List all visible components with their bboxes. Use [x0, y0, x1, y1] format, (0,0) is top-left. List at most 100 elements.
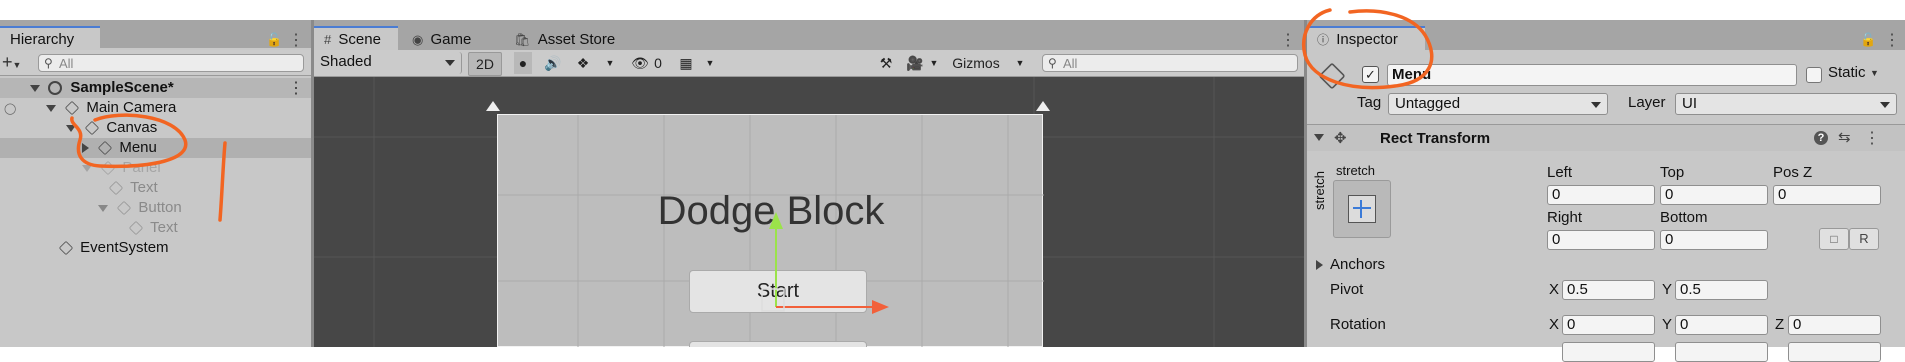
list-item[interactable]: Text — [128, 218, 178, 238]
pivot-x-field[interactable]: 0.5 — [1562, 280, 1655, 300]
hidden-objects-icon[interactable]: 👁 — [630, 52, 650, 74]
move-gizmo[interactable] — [754, 207, 894, 347]
preset-icon[interactable]: ⇆ — [1838, 128, 1851, 146]
game-tab-label: Game — [430, 31, 472, 48]
scale-x-field[interactable] — [1562, 342, 1655, 362]
right-field[interactable]: 0 — [1547, 230, 1655, 250]
expand-arrow-icon[interactable] — [46, 104, 56, 112]
static-dropdown-icon[interactable]: ▼ — [1870, 68, 1879, 78]
pivot-label: Pivot — [1330, 281, 1364, 298]
expand-arrow-icon[interactable] — [66, 124, 76, 132]
collapse-arrow-icon[interactable] — [1314, 134, 1324, 141]
lock-icon[interactable]: 🔓 — [1860, 32, 1876, 48]
right-value: 0 — [1552, 231, 1561, 248]
tab-game[interactable]: ◉ Game — [412, 28, 471, 52]
scene-kebab-icon[interactable]: ⋮ — [1280, 30, 1296, 50]
rot-z-field[interactable]: 0 — [1788, 315, 1881, 335]
top-label: Top — [1660, 164, 1685, 181]
expand-arrow-icon[interactable] — [82, 164, 92, 172]
gameobject-icon — [116, 200, 132, 216]
list-item[interactable]: Button — [98, 198, 182, 218]
tab-asset-store[interactable]: 🛍 Asset Store — [514, 28, 615, 52]
raw-edit-button[interactable]: R — [1849, 228, 1879, 250]
scene-viewport[interactable]: Dodge Block Start — [314, 77, 1304, 347]
anchor-preset-side-label: stretch — [1312, 170, 1327, 210]
lighting-icon[interactable]: ● — [514, 52, 532, 74]
hidden-count: 0 — [652, 52, 664, 74]
inspector-tab-label: Inspector — [1336, 31, 1398, 48]
anchor-handle-icon[interactable] — [486, 101, 500, 111]
list-item[interactable]: Text — [108, 178, 158, 198]
list-item-selected[interactable]: Menu — [82, 138, 157, 158]
list-item[interactable]: Panel — [82, 158, 161, 178]
effects-icon[interactable]: ❖ — [574, 52, 592, 74]
tag-value: Untagged — [1395, 95, 1461, 112]
tag-dropdown[interactable]: Untagged — [1388, 93, 1608, 115]
lock-icon[interactable]: 🔓 — [266, 32, 282, 48]
tab-scene[interactable]: # Scene — [314, 26, 398, 50]
camera-dropdown-icon[interactable]: ▼ — [928, 52, 940, 74]
scale-y-field[interactable] — [1675, 342, 1768, 362]
tab-hierarchy[interactable]: Hierarchy — [0, 26, 100, 50]
rect-transform-icon: ✥ — [1334, 130, 1347, 147]
layer-dropdown[interactable]: UI — [1675, 93, 1897, 115]
left-field[interactable]: 0 — [1547, 185, 1655, 205]
camera-icon[interactable]: 🎥 — [904, 52, 926, 74]
bottom-field[interactable]: 0 — [1660, 230, 1768, 250]
pivot-y-field[interactable]: 0.5 — [1675, 280, 1768, 300]
static-checkbox[interactable] — [1806, 67, 1822, 83]
object-name-field[interactable]: Menu — [1387, 64, 1797, 86]
gameobject-icon — [84, 120, 100, 136]
grid-snap-icon[interactable]: ▦ — [676, 52, 696, 74]
tools-icon[interactable]: ⚒ — [876, 52, 896, 74]
list-item[interactable]: Main Camera — [46, 98, 176, 118]
toggle-2d-button[interactable]: 2D — [468, 52, 502, 76]
rot-x-label: X — [1549, 316, 1560, 333]
effects-dropdown-icon[interactable]: ▼ — [604, 52, 616, 74]
chevron-down-icon — [1591, 102, 1601, 108]
anchors-expand-icon[interactable] — [1316, 260, 1323, 270]
expand-arrow-icon[interactable] — [82, 143, 89, 154]
expand-arrow-icon[interactable] — [98, 204, 108, 212]
tag-label: Tag — [1357, 94, 1382, 111]
gizmos-button[interactable]: Gizmos — [946, 52, 1006, 74]
tab-inspector[interactable]: ⓘ Inspector — [1307, 26, 1425, 50]
rot-y-field[interactable]: 0 — [1675, 315, 1768, 335]
visibility-icon[interactable]: ◯ — [4, 102, 16, 115]
scale-z-field[interactable] — [1788, 342, 1881, 362]
top-field[interactable]: 0 — [1660, 185, 1768, 205]
component-kebab-icon[interactable]: ⋮ — [1864, 128, 1880, 148]
chevron-down-icon — [1880, 102, 1890, 108]
blueprint-button[interactable]: □ — [1819, 228, 1849, 250]
expand-arrow-icon[interactable] — [30, 84, 40, 92]
top-value: 0 — [1665, 186, 1674, 203]
search-icon: ⚲ — [1048, 56, 1057, 70]
kebab-menu-icon[interactable]: ⋮ — [288, 30, 304, 50]
anchor-handle-icon[interactable] — [1036, 101, 1050, 111]
list-item[interactable]: EventSystem — [58, 238, 169, 258]
inspector-kebab-icon[interactable]: ⋮ — [1884, 30, 1900, 50]
help-icon[interactable]: ? — [1814, 131, 1828, 145]
grid-dropdown-icon[interactable]: ▼ — [704, 52, 716, 74]
list-item[interactable]: Canvas — [66, 118, 157, 138]
gizmos-dropdown-icon[interactable]: ▼ — [1014, 52, 1026, 74]
posz-field[interactable]: 0 — [1773, 185, 1881, 205]
anchor-preset-button[interactable] — [1333, 180, 1391, 238]
hierarchy-search-input[interactable]: ⚲ All — [38, 54, 304, 72]
pivot-y-label: Y — [1662, 281, 1673, 298]
scene-menu-icon[interactable]: ⋮ — [288, 78, 304, 98]
add-button[interactable]: +▼ — [2, 52, 21, 73]
gameobject-icon — [128, 220, 144, 236]
scene-search-input[interactable]: ⚲ All — [1042, 54, 1298, 72]
bottom-value: 0 — [1665, 231, 1674, 248]
info-icon: ⓘ — [1317, 33, 1330, 47]
mode-2d-label: 2D — [476, 56, 494, 72]
item-label: Canvas — [106, 119, 158, 136]
shading-mode-dropdown[interactable]: Shaded — [314, 52, 462, 74]
active-checkbox[interactable]: ✓ — [1362, 66, 1379, 83]
scene-name: SampleScene* — [70, 79, 174, 96]
anchors-label: Anchors — [1330, 256, 1386, 273]
audio-icon[interactable]: 🔊 — [544, 52, 562, 74]
rot-z-label: Z — [1775, 316, 1785, 333]
rot-x-field[interactable]: 0 — [1562, 315, 1655, 335]
